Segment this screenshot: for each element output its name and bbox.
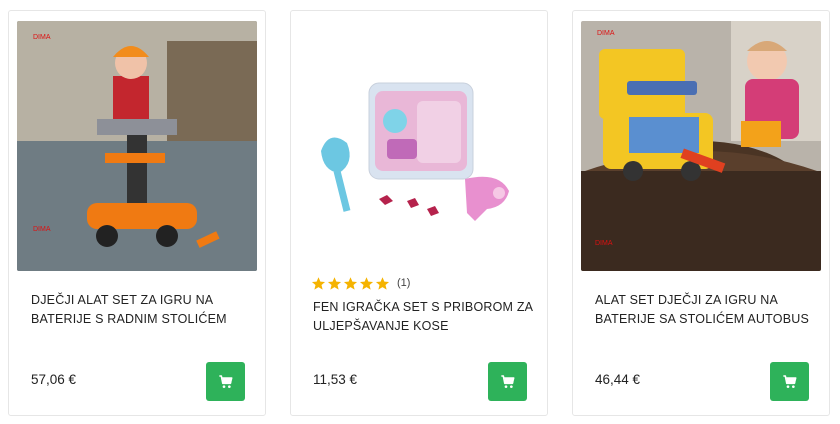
shopping-cart-icon <box>500 374 514 388</box>
svg-text:DIMA: DIMA <box>33 34 51 41</box>
product-image[interactable]: DIMA DIMA <box>581 21 821 271</box>
shopping-cart-icon <box>218 374 232 388</box>
product-grid: DIMA DIMA DJEČJI ALAT SET ZA IGRU NA BAT… <box>0 0 840 424</box>
star-icon <box>343 276 358 291</box>
svg-text:DIMA: DIMA <box>595 240 613 247</box>
add-to-cart-button[interactable] <box>206 362 245 401</box>
product-image[interactable] <box>299 21 539 271</box>
svg-text:DIMA: DIMA <box>33 226 51 233</box>
star-icon <box>375 276 390 291</box>
add-to-cart-button[interactable] <box>488 362 527 401</box>
svg-text:DIMA: DIMA <box>597 30 615 37</box>
product-card[interactable]: DIMA DIMA DJEČJI ALAT SET ZA IGRU NA BAT… <box>8 10 266 416</box>
product-image[interactable]: DIMA DIMA <box>17 21 257 271</box>
add-to-cart-button[interactable] <box>770 362 809 401</box>
product-price: 11,53 € <box>313 372 358 387</box>
rating-count: (1) <box>397 277 411 289</box>
product-card[interactable]: DIMA DIMA ALAT SET DJEČJI ZA IGRU NA BAT… <box>572 10 830 416</box>
product-price: 46,44 € <box>595 372 641 387</box>
product-title[interactable]: ALAT SET DJEČJI ZA IGRU NA BATERIJE SA S… <box>595 291 817 329</box>
product-title[interactable]: FEN IGRAČKA SET S PRIBOROM ZA ULJEPŠAVAN… <box>313 298 535 336</box>
star-icon <box>327 276 342 291</box>
shopping-cart-icon <box>782 374 796 388</box>
product-title[interactable]: DJEČJI ALAT SET ZA IGRU NA BATERIJE S RA… <box>31 291 253 329</box>
product-card[interactable]: (1) FEN IGRAČKA SET S PRIBOROM ZA ULJEPŠ… <box>290 10 548 416</box>
product-price: 57,06 € <box>31 372 77 387</box>
star-icon <box>359 276 374 291</box>
rating: (1) <box>311 275 410 291</box>
star-icon <box>311 276 326 291</box>
